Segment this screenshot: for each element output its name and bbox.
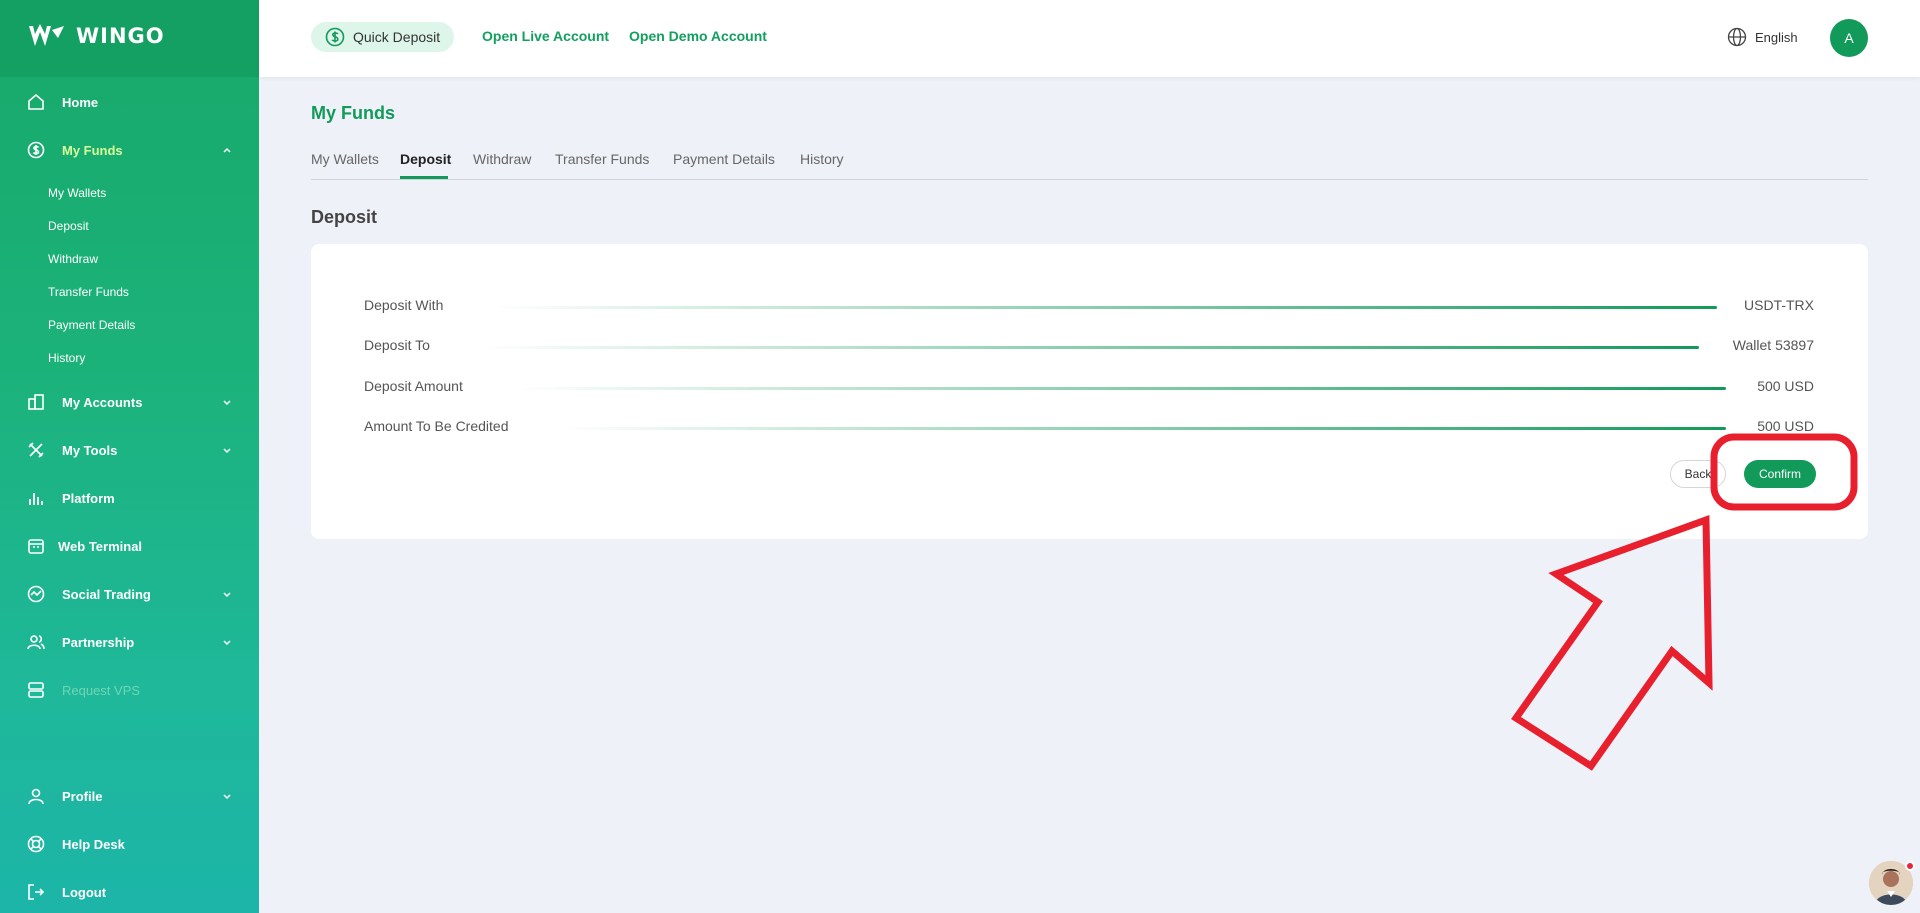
server-icon xyxy=(26,680,46,700)
user-icon xyxy=(26,786,46,806)
sidebar-item-help-desk[interactable]: Help Desk xyxy=(0,824,259,864)
summary-label: Deposit With xyxy=(364,297,444,313)
tab-history[interactable]: History xyxy=(800,151,844,167)
summary-value: 500 USD xyxy=(1757,418,1814,434)
summary-label: Deposit To xyxy=(364,337,430,353)
back-button[interactable]: Back xyxy=(1670,460,1726,488)
sidebar-item-my-accounts[interactable]: My Accounts xyxy=(0,382,259,422)
tab-deposit[interactable]: Deposit xyxy=(400,151,451,167)
sidebar-sub-transfer-funds[interactable]: Transfer Funds xyxy=(48,285,129,299)
sidebar-item-partnership[interactable]: Partnership xyxy=(0,622,259,662)
summary-row-deposit-amount: Deposit Amount 500 USD xyxy=(364,378,1814,398)
deposit-summary-card: Deposit With USDT-TRX Deposit To Wallet … xyxy=(311,244,1868,539)
sidebar-item-label: Request VPS xyxy=(62,682,141,698)
confirm-button[interactable]: Confirm xyxy=(1744,460,1816,488)
sidebar: WINGO Home My Funds My Wallets Deposit W… xyxy=(0,0,259,913)
lifebuoy-icon xyxy=(26,834,46,854)
sidebar-item-label: Platform xyxy=(62,490,115,506)
sidebar-item-label: Home xyxy=(62,94,99,110)
sidebar-item-profile[interactable]: Profile xyxy=(0,776,259,816)
tools-icon xyxy=(26,440,46,460)
brand-name: WINGO xyxy=(76,24,165,48)
sidebar-item-my-funds[interactable]: My Funds xyxy=(0,130,259,170)
sidebar-item-label: Web Terminal xyxy=(58,538,143,554)
dollar-circle-icon xyxy=(325,27,345,47)
sidebar-item-label: My Funds xyxy=(62,142,123,158)
active-tab-indicator xyxy=(400,176,448,179)
chevron-down-icon xyxy=(223,640,231,646)
sidebar-item-label: Help Desk xyxy=(62,836,125,852)
summary-row-deposit-to: Deposit To Wallet 53897 xyxy=(364,337,1814,357)
open-demo-account-link[interactable]: Open Demo Account xyxy=(629,28,767,44)
row-leader-line xyxy=(514,387,1726,390)
summary-row-deposit-with: Deposit With USDT-TRX xyxy=(364,297,1814,317)
sidebar-sub-payment-details[interactable]: Payment Details xyxy=(48,318,135,332)
language-label: English xyxy=(1755,29,1798,45)
summary-value: 500 USD xyxy=(1757,378,1814,394)
summary-label: Amount To Be Credited xyxy=(364,418,509,434)
quick-deposit-label: Quick Deposit xyxy=(353,29,441,45)
sidebar-item-home[interactable]: Home xyxy=(0,82,259,122)
top-header: Quick Deposit Open Live Account Open Dem… xyxy=(259,0,1920,77)
summary-row-amount-credited: Amount To Be Credited 500 USD xyxy=(364,418,1814,438)
chevron-down-icon xyxy=(223,448,231,454)
accounts-icon xyxy=(26,392,46,412)
bar-chart-icon xyxy=(26,488,46,508)
home-icon xyxy=(26,92,46,112)
row-leader-line xyxy=(479,346,1699,349)
summary-value: USDT-TRX xyxy=(1744,297,1814,313)
sidebar-item-social-trading[interactable]: Social Trading xyxy=(0,574,259,614)
summary-label: Deposit Amount xyxy=(364,378,463,394)
sidebar-sub-my-wallets[interactable]: My Wallets xyxy=(48,186,106,200)
logout-icon xyxy=(26,882,46,902)
section-title: Deposit xyxy=(311,207,378,227)
sidebar-item-label: Profile xyxy=(62,788,103,804)
avatar[interactable]: A xyxy=(1830,19,1868,57)
users-icon xyxy=(26,632,46,652)
row-leader-line xyxy=(559,427,1726,430)
tab-transfer-funds[interactable]: Transfer Funds xyxy=(555,151,649,167)
sidebar-item-label: My Tools xyxy=(62,442,118,458)
language-selector[interactable]: English xyxy=(1727,27,1798,47)
calendar-icon xyxy=(26,536,46,556)
wingo-logo-icon xyxy=(29,24,64,46)
sidebar-item-logout[interactable]: Logout xyxy=(0,872,259,912)
chevron-down-icon xyxy=(223,794,231,800)
globe-icon xyxy=(1727,27,1747,47)
quick-deposit-button[interactable]: Quick Deposit xyxy=(311,22,455,52)
sidebar-item-label: Partnership xyxy=(62,634,135,650)
sidebar-item-platform[interactable]: Platform xyxy=(0,478,259,518)
tab-payment-details[interactable]: Payment Details xyxy=(673,151,775,167)
chevron-down-icon xyxy=(223,592,231,598)
chevron-up-icon xyxy=(223,147,231,153)
sidebar-item-web-terminal[interactable]: Web Terminal xyxy=(0,526,259,566)
sidebar-sub-history[interactable]: History xyxy=(48,351,85,365)
funds-tabs: My Wallets Deposit Withdraw Transfer Fun… xyxy=(311,149,1868,180)
sidebar-item-label: Social Trading xyxy=(62,586,151,602)
sidebar-sub-deposit[interactable]: Deposit xyxy=(48,219,89,233)
notification-dot xyxy=(1905,861,1915,871)
sidebar-item-my-tools[interactable]: My Tools xyxy=(0,430,259,470)
page-title: My Funds xyxy=(311,103,395,123)
open-live-account-link[interactable]: Open Live Account xyxy=(482,28,609,44)
sidebar-item-label: My Accounts xyxy=(62,394,143,410)
sidebar-item-request-vps[interactable]: Request VPS xyxy=(0,670,259,710)
sidebar-sub-withdraw[interactable]: Withdraw xyxy=(48,252,98,266)
tab-withdraw[interactable]: Withdraw xyxy=(473,151,531,167)
brand-logo[interactable]: WINGO xyxy=(28,24,165,48)
tab-my-wallets[interactable]: My Wallets xyxy=(311,151,379,167)
activity-circle-icon xyxy=(26,584,46,604)
sidebar-item-label: Logout xyxy=(62,884,107,900)
summary-value: Wallet 53897 xyxy=(1732,337,1814,353)
row-leader-line xyxy=(489,306,1717,309)
annotation-arrow xyxy=(1511,515,1713,771)
chevron-down-icon xyxy=(223,400,231,406)
dollar-circle-icon xyxy=(26,140,46,160)
